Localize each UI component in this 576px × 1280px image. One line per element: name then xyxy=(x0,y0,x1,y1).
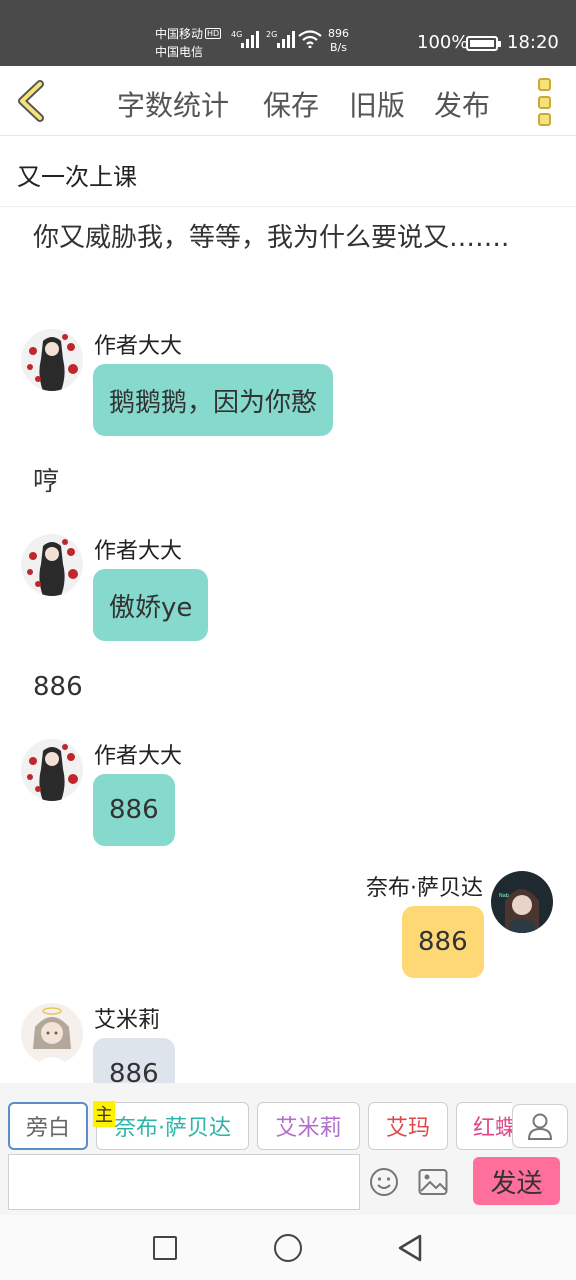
user-icon xyxy=(527,1113,553,1140)
send-button[interactable]: 发送 xyxy=(473,1157,560,1205)
chevron-left-icon xyxy=(18,80,44,122)
emoji-icon[interactable] xyxy=(369,1167,399,1197)
network-type-2: 2G xyxy=(266,30,278,39)
chat-bubble[interactable]: 鹅鹅鹅，因为你憨 xyxy=(93,364,334,436)
more-dot xyxy=(537,95,551,109)
carrier-2: 中国电信 xyxy=(155,45,204,59)
editor-toolbar: 字数统计 保存 旧版 发布 xyxy=(0,66,576,136)
more-dot xyxy=(537,113,551,126)
input-panel: 旁白 奈布·萨贝达 艾米莉 艾玛 红蝶 主 发送 xyxy=(0,1083,576,1215)
circle-icon[interactable] xyxy=(274,1234,302,1262)
role-manage-button[interactable] xyxy=(512,1104,568,1148)
sender-name: 作者大大 xyxy=(94,744,183,769)
svg-text:Nab: Nab xyxy=(499,893,509,899)
signal-icon xyxy=(241,30,259,48)
square-icon[interactable] xyxy=(153,1236,177,1260)
save-button[interactable]: 保存 xyxy=(263,84,319,124)
role-chip-red-butterfly[interactable]: 红蝶 xyxy=(456,1102,512,1150)
role-chip-emma[interactable]: 艾玛 xyxy=(368,1102,448,1150)
message-input[interactable] xyxy=(8,1154,360,1210)
more-button[interactable] xyxy=(530,78,558,126)
carrier-info: 中国移动 HD 中国电信 xyxy=(155,25,222,61)
wifi-icon xyxy=(298,30,322,48)
role-chip-nab[interactable]: 奈布·萨贝达 xyxy=(96,1102,249,1150)
battery-icon xyxy=(466,36,501,51)
chat-bubble[interactable]: 886 xyxy=(402,906,484,978)
chat-bubble[interactable]: 886 xyxy=(93,774,175,846)
narration-line[interactable]: 你又威胁我，等等，我为什么要说又……. xyxy=(33,219,533,257)
chapter-title-bar[interactable]: 又一次上课 xyxy=(0,137,576,207)
system-nav-bar xyxy=(0,1215,576,1280)
chat-bubble[interactable]: 傲娇ye xyxy=(93,569,209,641)
role-selector: 旁白 奈布·萨贝达 艾米莉 艾玛 红蝶 xyxy=(0,1100,512,1152)
owner-badge: 主 xyxy=(93,1101,115,1127)
network-speed: 896 B/s xyxy=(328,27,349,55)
status-bar: 中国移动 HD 中国电信 4G 2G 896 B/s 100% 18:20 xyxy=(0,0,576,66)
more-vertical-icon xyxy=(537,78,551,91)
back-button[interactable] xyxy=(12,78,52,124)
sender-name: 作者大大 xyxy=(94,334,183,359)
author-avatar[interactable] xyxy=(21,329,83,391)
triangle-back-icon[interactable] xyxy=(396,1233,424,1263)
role-chip-narrator[interactable]: 旁白 xyxy=(8,1102,88,1150)
sender-name: 艾米莉 xyxy=(94,1008,161,1033)
sender-name: 奈布·萨贝达 xyxy=(366,876,483,901)
author-avatar[interactable] xyxy=(21,534,83,596)
carrier-1: 中国移动 xyxy=(155,27,204,41)
hd-badge: HD xyxy=(205,28,222,39)
author-avatar[interactable] xyxy=(21,739,83,801)
character-avatar[interactable]: Nab xyxy=(491,871,553,933)
narration-line[interactable]: 哼 xyxy=(33,463,533,501)
character-avatar[interactable] xyxy=(21,1003,83,1065)
clock: 18:20 xyxy=(507,32,559,53)
speed-value: 896 xyxy=(328,27,349,40)
old-version-button[interactable]: 旧版 xyxy=(349,84,405,124)
publish-button[interactable]: 发布 xyxy=(434,84,490,124)
role-chip-emily[interactable]: 艾米莉 xyxy=(257,1102,360,1150)
narration-line[interactable]: 886 xyxy=(33,668,533,706)
battery-percent: 100% xyxy=(417,32,469,53)
word-count-button[interactable]: 字数统计 xyxy=(117,84,229,124)
speed-unit: B/s xyxy=(330,41,347,54)
signal-icon-2 xyxy=(277,30,295,48)
image-icon[interactable] xyxy=(418,1168,448,1196)
sender-name: 作者大大 xyxy=(94,539,183,564)
chapter-title: 又一次上课 xyxy=(17,163,137,191)
